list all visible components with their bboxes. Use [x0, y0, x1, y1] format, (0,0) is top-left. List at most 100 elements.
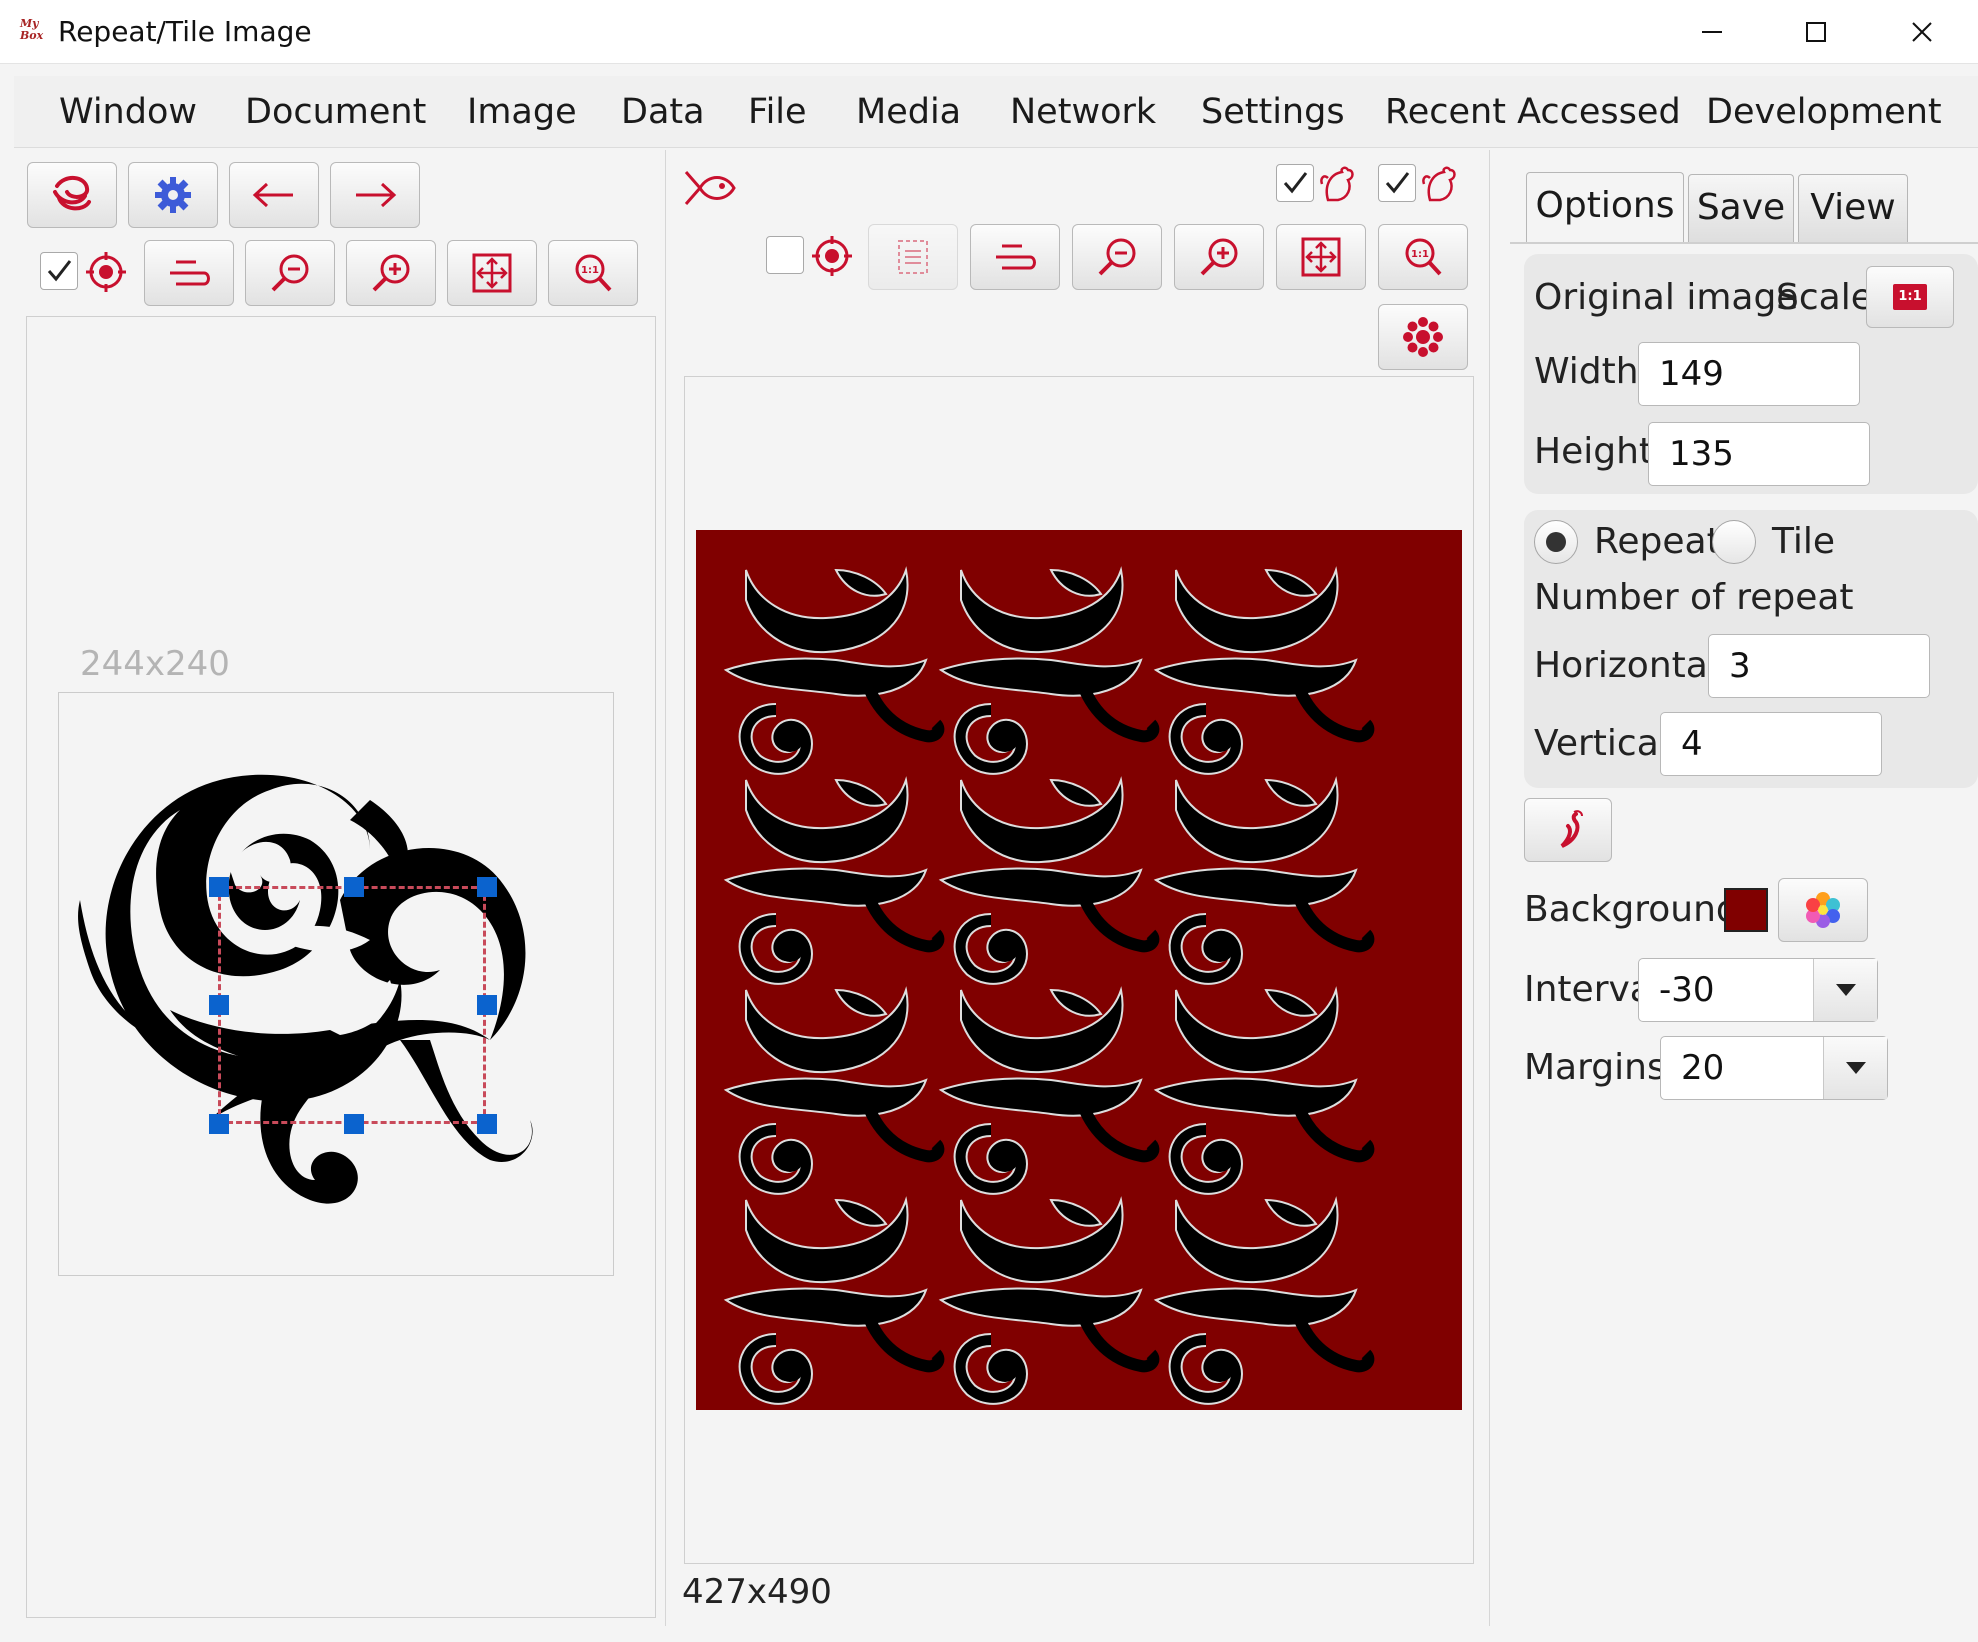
result-dimensions: 427x490 [682, 1572, 832, 1612]
zoom-out-button[interactable] [245, 240, 335, 306]
pan-result-button[interactable] [970, 224, 1060, 290]
width-label: Width [1534, 351, 1639, 392]
minimize-icon [1702, 31, 1722, 33]
source-dimensions: 244x240 [80, 644, 230, 684]
menu-recent-accessed[interactable]: Recent Accessed [1385, 90, 1681, 134]
settings-gear-icon [155, 177, 191, 213]
ok-button[interactable] [1524, 798, 1612, 862]
settings-button[interactable] [128, 162, 218, 228]
zoom-actual-result-button[interactable]: 1:1 [1378, 224, 1468, 290]
repeat-radio[interactable] [1534, 520, 1578, 564]
dropdown-arrow-icon[interactable] [1813, 959, 1877, 1021]
menu-window[interactable]: Window [59, 90, 197, 134]
fish-icon[interactable] [682, 168, 738, 208]
selection-handle-top[interactable] [344, 877, 364, 897]
pick-color-result-checkbox[interactable] [766, 236, 804, 274]
scale-button[interactable]: 1:1 [1866, 266, 1954, 328]
select-all-icon [898, 240, 928, 274]
interval-select[interactable]: -30 [1638, 958, 1878, 1022]
popup-button[interactable] [1378, 304, 1468, 370]
tab-view[interactable]: View [1798, 174, 1908, 242]
selection-handle-top-left[interactable] [209, 877, 229, 897]
pan-button[interactable] [144, 240, 234, 306]
tab-options[interactable]: Options [1526, 172, 1684, 244]
rooster-icon [1422, 166, 1456, 202]
vertical-input[interactable]: 4 [1660, 712, 1882, 776]
menu-image[interactable]: Image [467, 90, 577, 134]
close-button[interactable] [1870, 0, 1974, 64]
scale-label: Scale [1776, 277, 1873, 318]
source-panel: 1:1 244x240 [14, 150, 666, 1626]
zoom-in-result-button[interactable] [1174, 224, 1264, 290]
selection-handle-bottom-right[interactable] [477, 1114, 497, 1134]
palette-icon [1806, 892, 1840, 928]
selection-handle-top-right[interactable] [477, 877, 497, 897]
zoom-in-icon [1200, 238, 1238, 276]
height-label: Height [1534, 431, 1654, 472]
options-panel: Options Save View Original image Scale 1… [1496, 150, 1978, 1626]
result-panel: 1:1 427x490 [672, 150, 1490, 1626]
svg-text:1:1: 1:1 [1411, 249, 1429, 260]
height-input[interactable]: 135 [1648, 422, 1870, 486]
menu-network[interactable]: Network [1010, 90, 1156, 134]
tile-radio[interactable] [1712, 520, 1756, 564]
minimize-button[interactable] [1660, 0, 1764, 64]
select-all-button[interactable] [868, 224, 958, 290]
vertical-label: Vertical [1534, 723, 1669, 764]
svg-text:1:1: 1:1 [581, 265, 599, 276]
menu-settings[interactable]: Settings [1201, 90, 1345, 134]
fit-window-button[interactable] [447, 240, 537, 306]
selection-handle-bottom[interactable] [344, 1114, 364, 1134]
number-of-repeat-label: Number of repeat [1534, 577, 1854, 618]
menu-media[interactable]: Media [856, 90, 961, 134]
selection-handle-left[interactable] [209, 995, 229, 1015]
pan-icon [170, 260, 210, 286]
maximize-button[interactable] [1764, 0, 1868, 64]
interval-value: -30 [1659, 970, 1715, 1010]
background-color-swatch[interactable] [1724, 888, 1768, 932]
zoom-actual-icon: 1:1 [1405, 238, 1442, 276]
zoom-out-icon [1098, 238, 1136, 276]
margins-select[interactable]: 20 [1660, 1036, 1888, 1100]
dropdown-arrow-icon[interactable] [1823, 1037, 1887, 1099]
previous-button[interactable] [229, 162, 319, 228]
tab-save[interactable]: Save [1688, 174, 1794, 242]
horizontal-input[interactable]: 3 [1708, 634, 1930, 698]
menu-document[interactable]: Document [245, 90, 426, 134]
mybox-button[interactable] [27, 162, 117, 228]
margins-value: 20 [1681, 1048, 1725, 1088]
checkmark-icon [1385, 172, 1410, 194]
zoom-actual-button[interactable]: 1:1 [548, 240, 638, 306]
flower-icon [1403, 317, 1443, 357]
title-bar: My Box Repeat/Tile Image [0, 0, 1978, 64]
arrow-left-icon [252, 182, 293, 208]
selection-handle-right[interactable] [477, 995, 497, 1015]
maximize-icon [1806, 22, 1826, 42]
arrow-right-icon [356, 182, 397, 208]
palette-button[interactable] [1778, 878, 1868, 942]
window-title: Repeat/Tile Image [58, 15, 312, 48]
checkmark-icon [1283, 172, 1308, 194]
menu-data[interactable]: Data [621, 90, 705, 134]
repeat-label: Repeat [1594, 521, 1721, 562]
pick-color-checkbox[interactable] [40, 252, 78, 290]
selection-handle-bottom-left[interactable] [209, 1114, 229, 1134]
width-input[interactable]: 149 [1638, 342, 1860, 406]
menu-file[interactable]: File [748, 90, 807, 134]
menu-development[interactable]: Development [1706, 90, 1942, 134]
zoom-in-icon [372, 254, 410, 292]
checkmark-icon [47, 260, 72, 282]
close-icon [1912, 22, 1932, 42]
zoom-in-button[interactable] [346, 240, 436, 306]
show-rulers-checkbox[interactable] [1276, 164, 1314, 202]
scale-icon: 1:1 [1893, 284, 1927, 310]
show-grid-checkbox[interactable] [1378, 164, 1416, 202]
fit-window-result-button[interactable] [1276, 224, 1366, 290]
result-image [696, 530, 1462, 1410]
original-image-label: Original image [1534, 277, 1799, 318]
next-button[interactable] [330, 162, 420, 228]
crop-selection[interactable] [218, 886, 486, 1124]
background-label: Background [1524, 889, 1739, 930]
myBox-logo-icon [53, 176, 91, 211]
zoom-out-result-button[interactable] [1072, 224, 1162, 290]
